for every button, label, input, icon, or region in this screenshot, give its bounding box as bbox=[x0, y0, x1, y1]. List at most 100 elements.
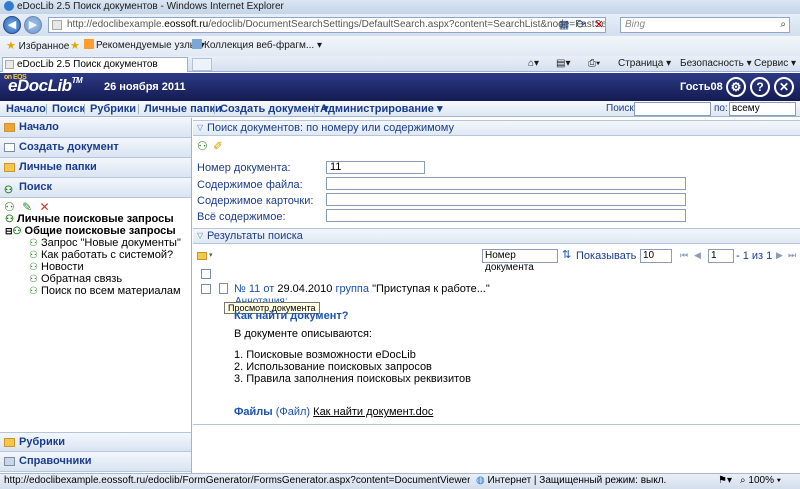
edoclib-logo[interactable]: on EOS eDocLibTM bbox=[4, 74, 83, 96]
globe-icon: ◍ bbox=[476, 475, 485, 486]
stop-icon[interactable]: ✕ bbox=[592, 18, 606, 32]
new-document-icon bbox=[4, 143, 15, 152]
page-size-select[interactable]: 10 bbox=[640, 249, 672, 263]
menu-create-document[interactable]: Создать документ ▾ bbox=[220, 102, 328, 116]
browser-tab[interactable]: eDocLib 2.5 Поиск документов bbox=[2, 57, 188, 72]
protected-mode-icon[interactable]: ⚑▾ bbox=[718, 474, 732, 488]
status-url: http://edoclibexample.eossoft.ru/edoclib… bbox=[4, 475, 470, 486]
window-title: eDocLib 2.5 Поиск документов - Windows I… bbox=[17, 1, 284, 12]
collapse-icon[interactable]: ⊟ bbox=[5, 226, 13, 236]
forward-button[interactable]: ▶ bbox=[24, 16, 42, 34]
tree-query-item[interactable]: ⚇ Поиск по всем материалам bbox=[29, 285, 181, 298]
refresh-icon[interactable]: ⟳ bbox=[574, 18, 588, 32]
menu-search[interactable]: Поиск bbox=[52, 102, 85, 116]
annotation-point: 1. Поисковые возможности eDocLib bbox=[234, 349, 416, 361]
card-content-input[interactable] bbox=[326, 193, 686, 206]
exit-icon[interactable]: ✕ bbox=[774, 77, 794, 97]
page-menu[interactable]: Страница ▾ bbox=[618, 58, 671, 70]
menu-rubrics[interactable]: Рубрики bbox=[90, 102, 136, 116]
quick-search-input[interactable] bbox=[634, 102, 711, 116]
help-icon[interactable]: ? bbox=[750, 77, 770, 97]
row-checkbox[interactable] bbox=[201, 284, 211, 294]
last-page-icon[interactable]: ⏭ bbox=[788, 250, 796, 261]
search-icon[interactable]: ⌕ bbox=[780, 18, 786, 32]
collapse-arrow-icon: ▽ bbox=[197, 231, 204, 240]
prev-page-icon[interactable]: ◀ bbox=[694, 250, 701, 261]
annotation-heading: Как найти документ? bbox=[234, 310, 349, 322]
search-scope-select[interactable]: всему bbox=[729, 102, 796, 116]
next-page-icon[interactable]: ▶ bbox=[776, 250, 783, 261]
status-bar: http://edoclibexample.eossoft.ru/edoclib… bbox=[0, 473, 800, 489]
collapse-arrow-icon: ▽ bbox=[197, 123, 204, 132]
find-icon[interactable]: ⚇ bbox=[197, 139, 208, 153]
search-form-header[interactable]: ▽ Поиск документов: по номеру или содержи… bbox=[193, 120, 800, 136]
doc-number-label: Номер документа: bbox=[197, 162, 291, 174]
doc-group-link[interactable]: группа bbox=[335, 283, 369, 295]
doc-number-link[interactable]: № 11 bbox=[234, 283, 260, 295]
menu-administration[interactable]: Администрирование ▾ bbox=[320, 102, 443, 116]
select-all-checkbox[interactable] bbox=[201, 269, 211, 279]
home-icon[interactable]: ⌂▾ bbox=[528, 58, 539, 70]
new-tab-button[interactable] bbox=[192, 58, 212, 71]
nav-references[interactable]: Справочники bbox=[0, 452, 191, 472]
delete-icon[interactable]: ✕ bbox=[40, 200, 50, 214]
url-input[interactable]: http://edoclibexample.eossoft.ru/edoclib… bbox=[48, 17, 606, 33]
safety-menu[interactable]: Безопасность ▾ bbox=[680, 58, 752, 70]
web-slice-icon bbox=[192, 39, 202, 49]
compat-view-icon[interactable]: ▦ bbox=[557, 18, 571, 32]
document-icon[interactable] bbox=[219, 283, 228, 294]
menu-personal-folders[interactable]: Личные папки bbox=[144, 102, 222, 116]
menu-start[interactable]: Начало bbox=[6, 102, 46, 116]
nav-personal-folders[interactable]: Личные папки bbox=[0, 158, 191, 178]
back-button[interactable]: ◀ bbox=[3, 16, 21, 34]
doc-number-input[interactable]: 11 bbox=[326, 161, 425, 174]
reference-book-icon bbox=[4, 457, 15, 466]
zoom-level[interactable]: ⌕ 100% ▾ bbox=[740, 474, 781, 488]
nav-create-document[interactable]: Создать документ bbox=[0, 138, 191, 158]
nav-search[interactable]: ⚇ Поиск bbox=[0, 178, 191, 198]
star-icon: ★ bbox=[6, 40, 16, 52]
dropdown-arrow-icon[interactable]: ▾ bbox=[209, 251, 213, 259]
fav-link-slices[interactable]: Коллекция веб-фрагм... ▾ bbox=[192, 39, 322, 53]
feeds-icon[interactable]: ▤▾ bbox=[556, 58, 570, 70]
nav-start[interactable]: Начало bbox=[0, 118, 191, 138]
clear-brush-icon[interactable]: ✐ bbox=[213, 139, 223, 153]
user-name: Гость08 bbox=[680, 81, 723, 93]
attached-file-link[interactable]: Как найти документ.doc bbox=[313, 406, 433, 418]
print-icon[interactable]: ⎙▾ bbox=[588, 58, 600, 70]
files-row: Файлы (Файл) Как найти документ.doc bbox=[234, 406, 434, 418]
page-number-input[interactable]: 1 bbox=[708, 249, 734, 263]
search-tree-toolbar: ⚇ ✎ ✕ bbox=[4, 201, 50, 213]
window-title-bar: eDocLib 2.5 Поиск документов - Windows I… bbox=[0, 0, 800, 14]
result-row: № 11 от 29.04.2010 группа "Приступая к р… bbox=[234, 283, 490, 295]
all-content-label: Всё содержимое: bbox=[197, 211, 286, 223]
sort-select[interactable]: Номер документа bbox=[482, 249, 558, 273]
favorites-button[interactable]: ★ Избранное bbox=[6, 39, 69, 54]
security-zone: ◍ Интернет | Защищенный режим: выкл. bbox=[476, 475, 667, 486]
doc-date: 29.04.2010 bbox=[277, 283, 333, 295]
first-page-icon[interactable]: ⏮ bbox=[680, 250, 688, 261]
folder-action-icon[interactable] bbox=[197, 252, 207, 260]
sort-direction-icon[interactable]: ⇅ bbox=[562, 248, 571, 261]
annotation-intro: В документе описываются: bbox=[234, 328, 372, 340]
current-date: 26 ноября 2011 bbox=[104, 81, 186, 93]
home-folder-icon bbox=[4, 123, 15, 132]
fav-link-suggested[interactable]: Рекомендуемые узлы ▾ bbox=[84, 39, 205, 53]
edit-icon[interactable]: ✎ bbox=[22, 200, 32, 214]
web-search-input[interactable]: Bing ⌕ bbox=[620, 17, 790, 33]
search-scope-label: по: bbox=[714, 103, 728, 114]
file-content-input[interactable] bbox=[326, 177, 686, 190]
find-icon[interactable]: ⚇ bbox=[4, 200, 15, 214]
results-header[interactable]: ▽ Результаты поиска bbox=[193, 228, 800, 244]
nav-rubrics[interactable]: Рубрики bbox=[0, 432, 191, 452]
app-header: on EOS eDocLibTM 26 ноября 2011 Гость08 ⚙… bbox=[0, 73, 800, 101]
tools-menu[interactable]: Сервис ▾ bbox=[754, 58, 796, 70]
suggested-sites-icon bbox=[84, 39, 94, 49]
file-content-label: Содержимое файла: bbox=[197, 179, 303, 191]
all-content-input[interactable] bbox=[326, 209, 686, 222]
binoculars-icon: ⚇ bbox=[4, 185, 13, 196]
add-favorite-icon[interactable]: ★ bbox=[70, 39, 80, 54]
annotation-point: 3. Правила заполнения поисковых реквизит… bbox=[234, 373, 471, 385]
settings-icon[interactable]: ⚙ bbox=[726, 77, 746, 97]
ie-icon bbox=[4, 1, 14, 12]
